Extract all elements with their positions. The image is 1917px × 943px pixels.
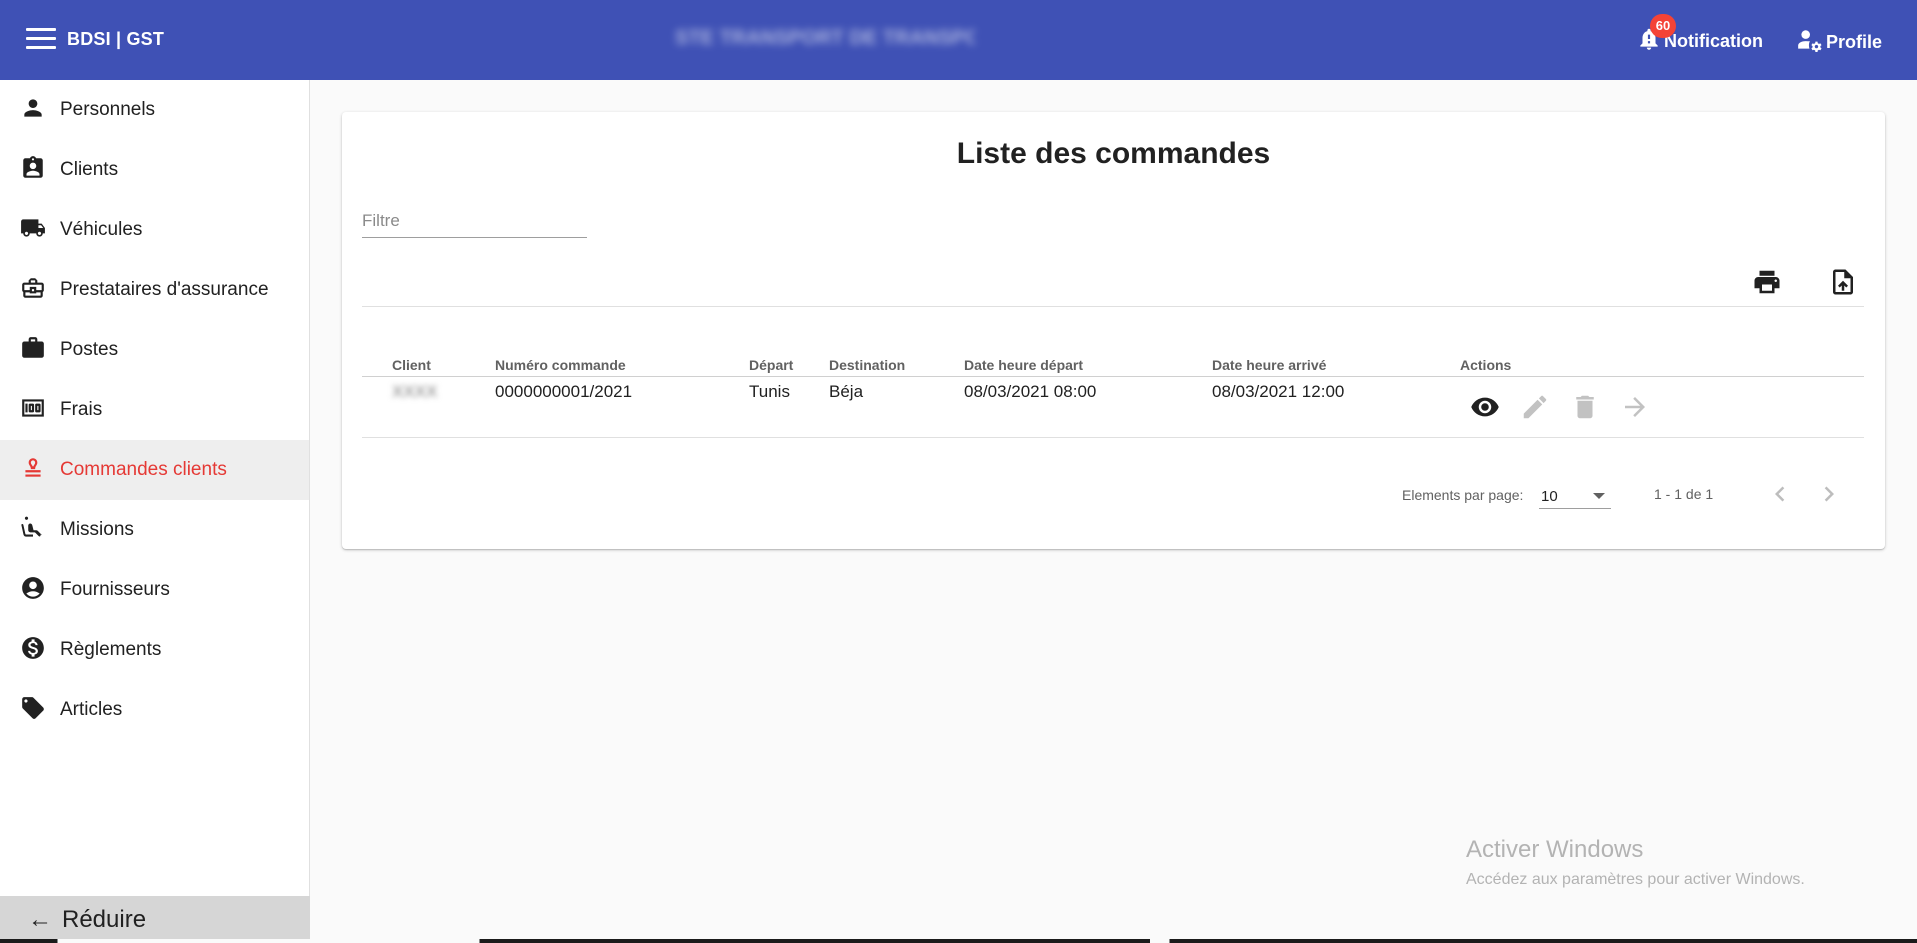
chevron-left-icon (1775, 486, 1785, 502)
manage-account-icon (1796, 27, 1824, 58)
windows-activation-title: Activer Windows (1466, 836, 1644, 863)
table-row: XXXX 0000000001/2021 Tunis Béja 08/03/20… (362, 377, 1864, 438)
chevron-right-icon (1824, 486, 1834, 502)
table-header-row: Client Numéro commande Départ Destinatio… (362, 356, 1864, 377)
filter-input[interactable] (362, 208, 587, 234)
sidebar-item-clients[interactable]: Clients (0, 140, 309, 200)
reduce-sidebar-button[interactable]: ← Réduire (0, 896, 310, 943)
column-header[interactable]: Client (392, 357, 431, 373)
filter-field[interactable] (362, 208, 587, 238)
cell-date-depart: 08/03/2021 08:00 (964, 382, 1097, 401)
sidebar-item-commandes-clients[interactable]: Commandes clients (0, 440, 309, 500)
next-page-button[interactable] (1814, 479, 1844, 509)
sidebar-item-label: Prestataires d'assurance (60, 279, 269, 300)
windows-activation-subtitle: Accédez aux paramètres pour activer Wind… (1466, 871, 1805, 888)
sidebar-item-label: Articles (60, 699, 123, 720)
airline-seat-icon (20, 515, 46, 546)
sidebar-item-label: Règlements (60, 639, 162, 660)
truck-icon (20, 215, 46, 246)
cell-depart: Tunis (749, 382, 790, 401)
sidebar-item-label: Clients (60, 159, 119, 180)
person-icon (20, 95, 46, 126)
divider (362, 306, 1864, 307)
sidebar-item-articles[interactable]: Articles (0, 680, 309, 740)
sidebar-item-missions[interactable]: Missions (0, 500, 309, 560)
page-size-value: 10 (1541, 488, 1558, 505)
orders-card: Liste des commandes Client Numéro comman… (342, 112, 1885, 549)
page-range-label: 1 - 1 de 1 (1654, 486, 1714, 502)
sidebar-item-vehicules[interactable]: Véhicules (0, 200, 309, 260)
delete-icon[interactable] (1570, 392, 1600, 422)
file-upload-icon (1828, 269, 1858, 301)
sidebar-item-personnels[interactable]: Personnels (0, 80, 309, 140)
cell-destination: Béja (829, 382, 864, 401)
menu-icon[interactable] (26, 28, 56, 52)
notification-badge: 60 (1650, 14, 1676, 38)
column-header[interactable]: Date heure arrivé (1212, 357, 1326, 373)
sidebar-item-label: Véhicules (60, 219, 143, 240)
column-header: Actions (1460, 357, 1512, 373)
arrow-back-icon: ← (28, 905, 52, 933)
sidebar-item-fournisseurs[interactable]: Fournisseurs (0, 560, 309, 620)
cell-date-arrive: 08/03/2021 12:00 (1212, 382, 1345, 401)
print-button[interactable] (1752, 267, 1782, 297)
edit-icon[interactable] (1520, 392, 1550, 422)
print-icon (1752, 270, 1782, 301)
visibility-icon[interactable] (1470, 392, 1500, 422)
sidebar-item-label: Fournisseurs (60, 579, 170, 600)
sidebar-item-reglements[interactable]: Règlements (0, 620, 309, 680)
column-header[interactable]: Date heure départ (964, 357, 1083, 373)
notification-label: Notification (1664, 31, 1763, 51)
sidebar-item-label: Commandes clients (60, 459, 227, 480)
dollar-icon (20, 635, 46, 666)
business-center-icon (20, 275, 46, 306)
stamp-icon (20, 455, 46, 486)
top-app-bar: BDSI | GST STE TRANSPORT DE TRANSPORTS 6… (0, 0, 1917, 80)
sidebar-item-label: Personnels (60, 99, 156, 120)
tag-icon (20, 695, 46, 726)
sidebar-item-prestataires[interactable]: Prestataires d'assurance (0, 260, 309, 320)
cell-numero-commande: 0000000001/2021 (495, 382, 633, 401)
column-header[interactable]: Destination (829, 357, 905, 373)
items-per-page-label: Elements par page: (1402, 487, 1524, 503)
sidebar-item-frais[interactable]: Frais (0, 380, 309, 440)
page-title: Liste des commandes (956, 137, 1271, 170)
cell-client: XXXX (392, 382, 438, 401)
profile-button[interactable]: Profile (1796, 27, 1882, 58)
previous-page-button[interactable] (1765, 479, 1795, 509)
column-header[interactable]: Numéro commande (495, 357, 626, 373)
money-icon (20, 395, 46, 426)
sidebar-item-label: Missions (60, 519, 134, 540)
work-icon (20, 335, 46, 366)
column-header[interactable]: Départ (749, 357, 793, 373)
sidebar-item-label: Frais (60, 399, 103, 420)
profile-label: Profile (1826, 32, 1883, 52)
contact-badge-icon (20, 155, 46, 186)
export-file-button[interactable] (1828, 267, 1858, 297)
company-name-blurred: STE TRANSPORT DE TRANSPORTS (675, 27, 975, 49)
account-circle-icon (20, 575, 46, 606)
notification-button[interactable]: 60 Notification (1636, 14, 1763, 57)
page-size-select[interactable]: 10 (1539, 481, 1611, 509)
taskbar-edge (0, 939, 1917, 943)
sidebar-item-postes[interactable]: Postes (0, 320, 309, 380)
dropdown-arrow-icon (1593, 493, 1605, 499)
sidebar: Personnels Clients Véhicules Prestataire… (0, 80, 310, 943)
sidebar-item-label: Postes (60, 339, 119, 360)
arrow-forward-icon[interactable] (1620, 392, 1650, 422)
reduce-label: Réduire (62, 905, 147, 933)
app-title: BDSI | GST (67, 29, 165, 49)
